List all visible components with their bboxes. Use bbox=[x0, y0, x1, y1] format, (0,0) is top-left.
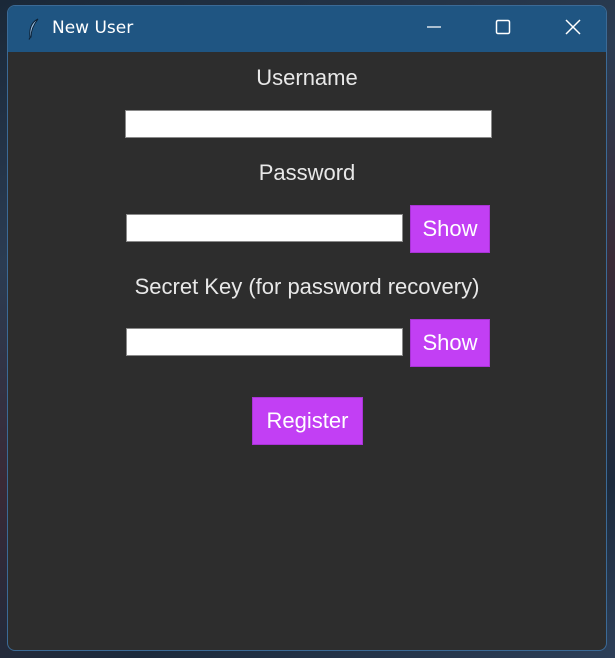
close-button[interactable] bbox=[550, 6, 596, 52]
feather-icon bbox=[26, 18, 42, 40]
title-bar[interactable]: New User bbox=[8, 6, 606, 52]
password-input[interactable] bbox=[126, 214, 403, 242]
maximize-button[interactable] bbox=[480, 6, 526, 52]
maximize-icon bbox=[495, 19, 511, 40]
show-secret-key-button[interactable]: Show bbox=[410, 319, 490, 367]
register-button[interactable]: Register bbox=[252, 397, 363, 445]
minimize-button[interactable] bbox=[411, 6, 457, 52]
window-title: New User bbox=[52, 18, 134, 38]
new-user-window: New User Username Password Show Secret K… bbox=[7, 5, 607, 651]
password-label: Password bbox=[258, 160, 356, 185]
close-icon bbox=[565, 18, 581, 40]
show-password-button[interactable]: Show bbox=[410, 205, 490, 253]
secret-key-label: Secret Key (for password recovery) bbox=[134, 274, 480, 299]
form-content: Username Password Show Secret Key (for p… bbox=[8, 52, 606, 650]
minimize-icon bbox=[427, 20, 441, 39]
secret-key-input[interactable] bbox=[126, 328, 403, 356]
username-label: Username bbox=[256, 65, 358, 90]
username-input[interactable] bbox=[125, 110, 492, 138]
